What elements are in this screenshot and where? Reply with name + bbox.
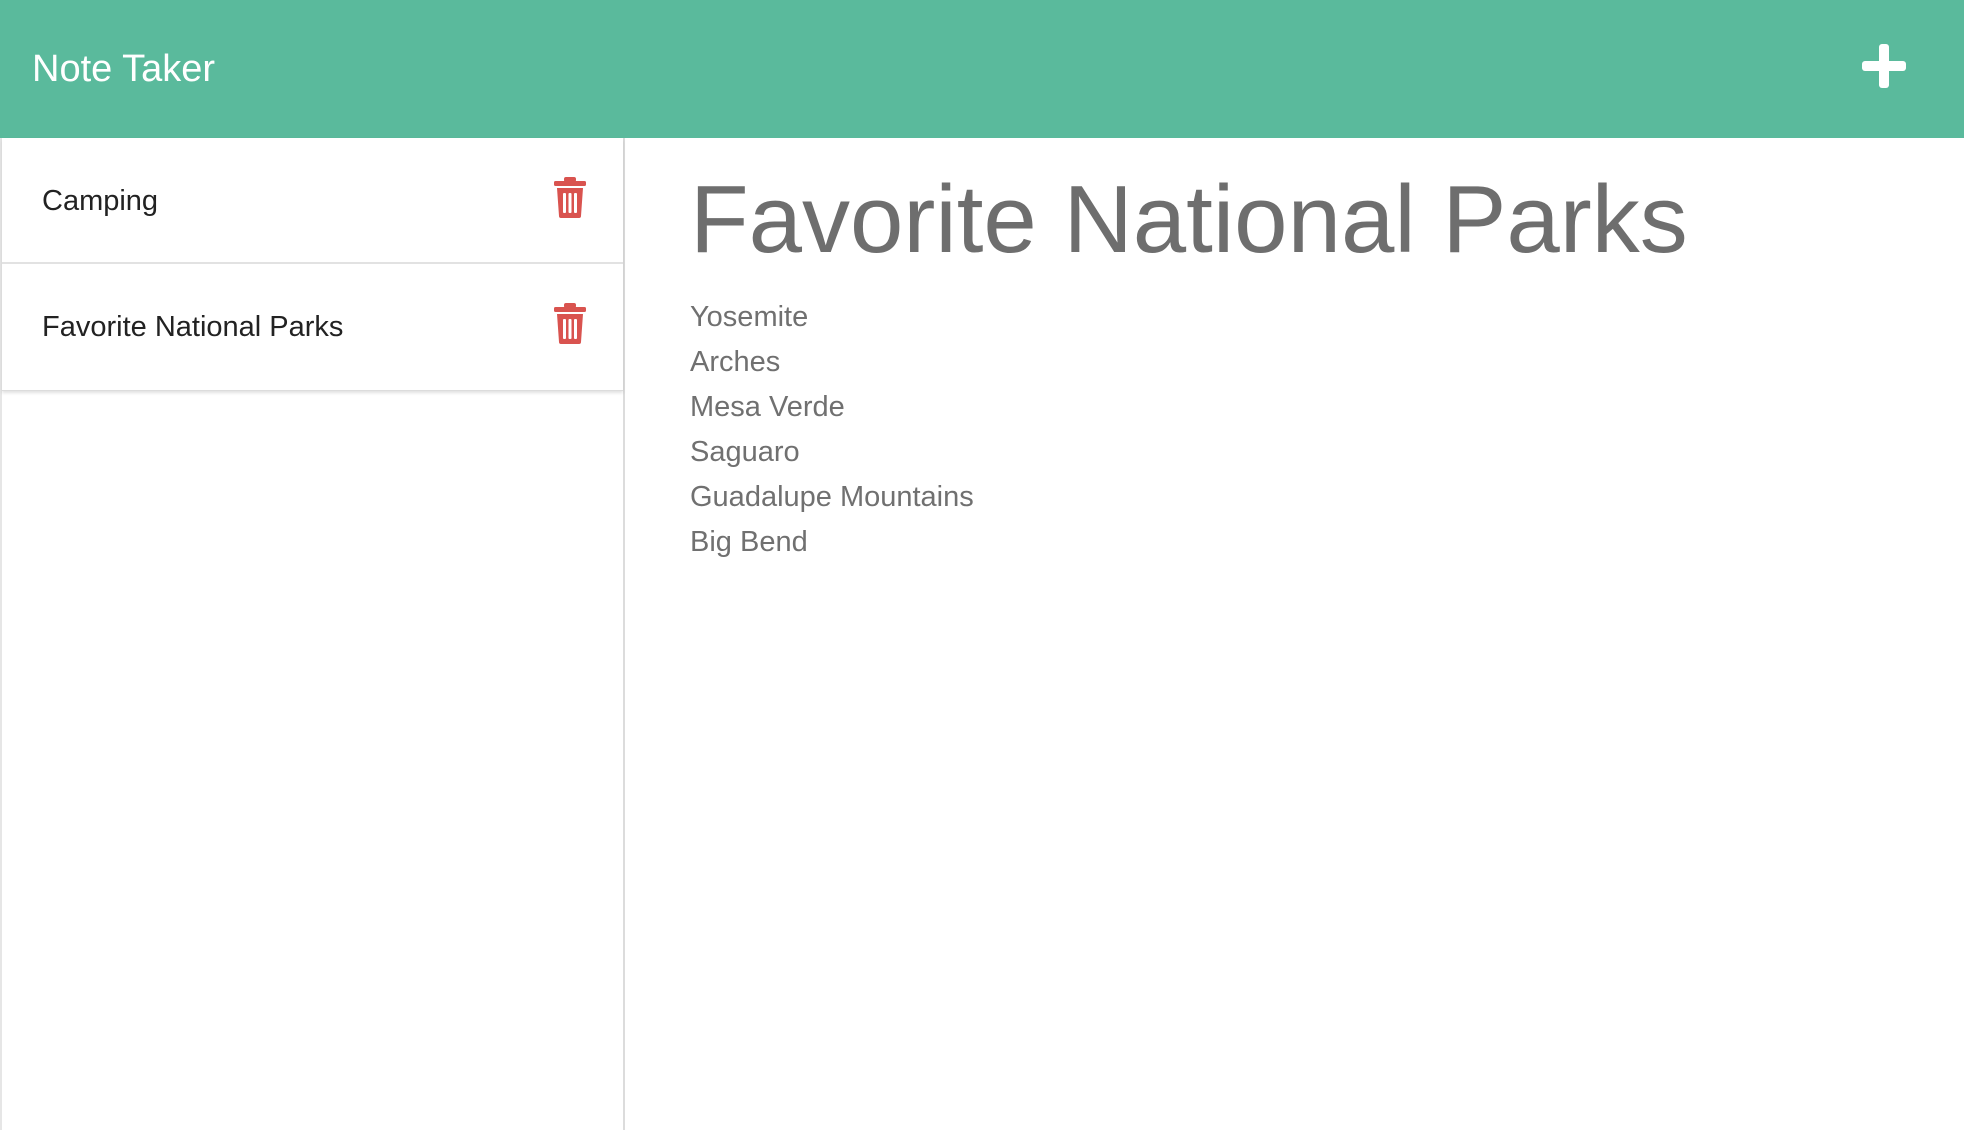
list-item[interactable]: Favorite National Parks — [2, 264, 623, 390]
new-note-button[interactable] — [1856, 38, 1912, 94]
app-title[interactable]: Note Taker — [32, 44, 215, 94]
list-item[interactable]: Camping — [2, 138, 623, 264]
note-line: Yosemite — [690, 301, 809, 333]
trash-icon[interactable] — [552, 302, 588, 344]
note-line: Guadalupe Mountains — [690, 481, 974, 513]
note-line: Saguaro — [690, 436, 800, 468]
navbar: Note Taker — [0, 0, 1964, 138]
note-list-title[interactable]: Camping — [42, 138, 158, 264]
plus-icon — [1862, 44, 1906, 88]
note-text-area[interactable]: Yosemite Arches Mesa Verde Saguaro Guada… — [690, 295, 1890, 565]
note-line: Mesa Verde — [690, 391, 845, 423]
note-line: Arches — [690, 346, 781, 378]
note-editor: Favorite National Parks Yosemite Arches … — [625, 138, 1964, 1130]
note-list: Camping Favorite National Parks — [2, 138, 623, 391]
note-line: Big Bend — [690, 526, 808, 558]
trash-icon[interactable] — [552, 176, 588, 218]
note-list-title[interactable]: Favorite National Parks — [42, 264, 343, 390]
note-title-field[interactable]: Favorite National Parks — [690, 160, 1688, 280]
notes-sidebar: Camping Favorite National Parks — [0, 138, 625, 1130]
